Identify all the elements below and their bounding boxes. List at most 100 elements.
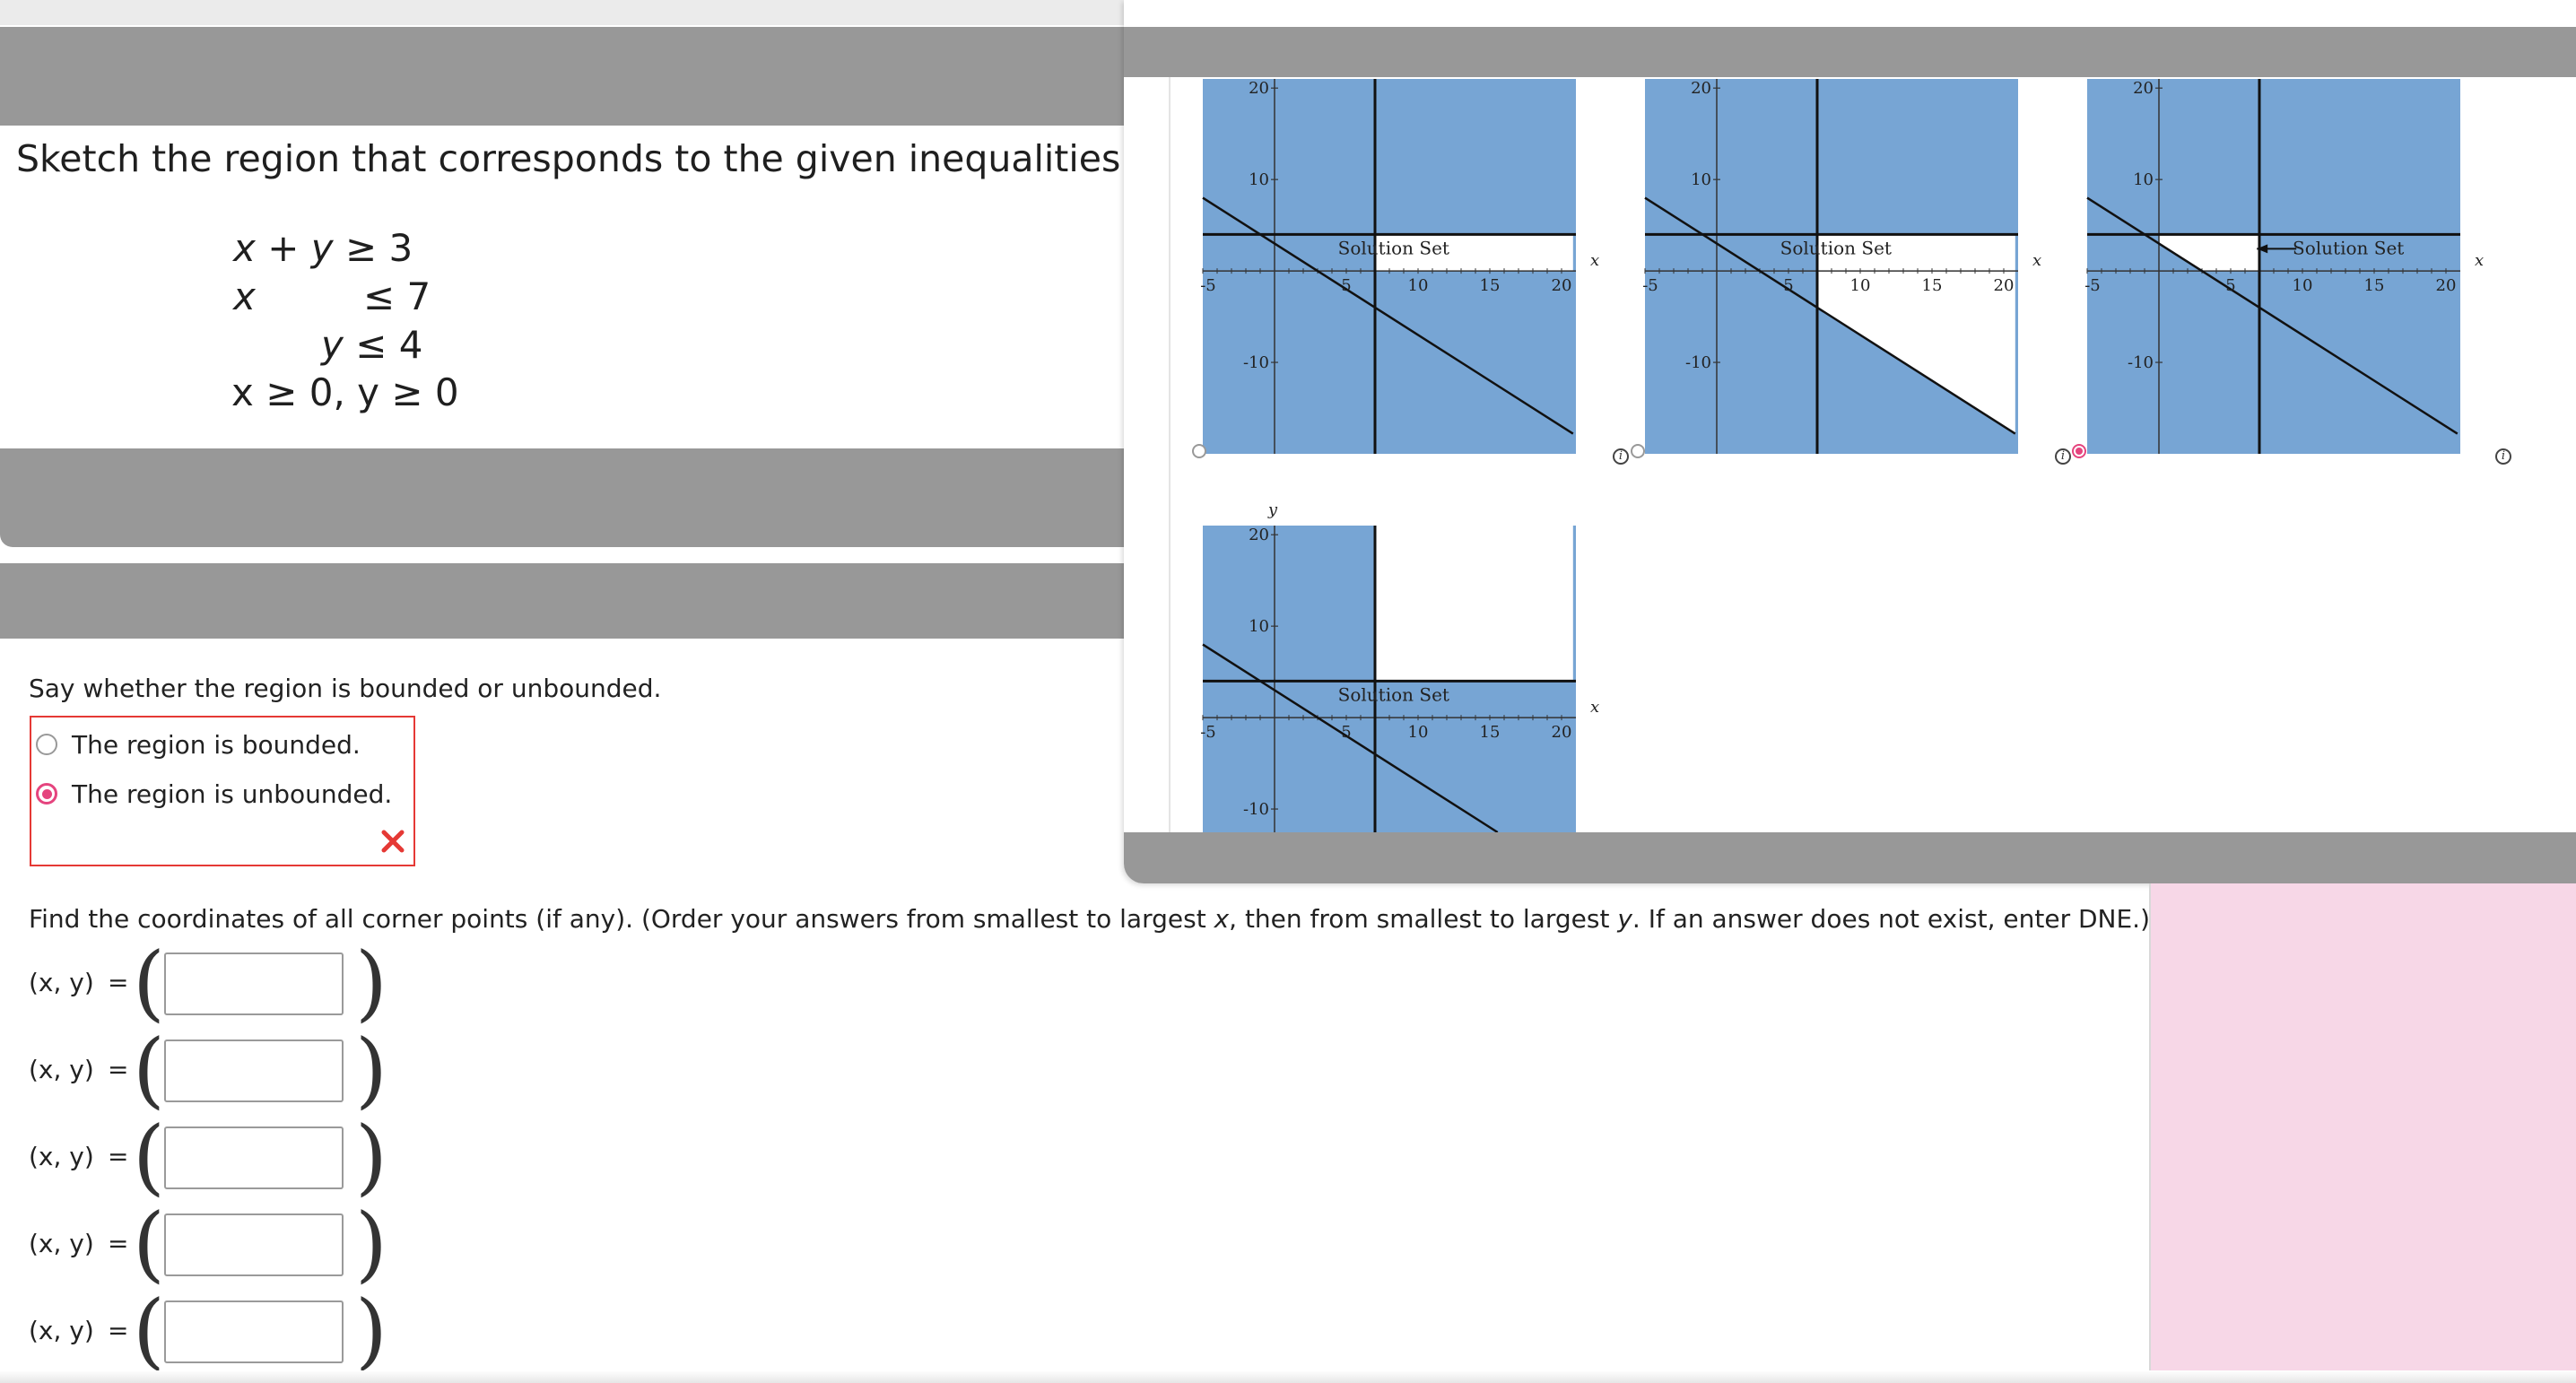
x-tick-label: -5 [1642,276,1658,295]
coordinate-input[interactable] [164,1039,344,1102]
inequality-2-rel: ≤ 7 [363,274,431,318]
corner-point-row: (x, y) =() [27,1290,404,1372]
coordinate-input[interactable] [164,1300,344,1363]
y-tick-label: 10 [1691,170,1711,189]
y-tick-label: 20 [1249,526,1269,544]
y-tick-label: 10 [1249,617,1269,636]
x-tick-label: -5 [1200,276,1216,295]
x-tick-label: 20 [1994,276,2015,295]
x-tick-label: 5 [1341,276,1351,295]
graph-options-panel: -5 5 10 15 20 20 10 -10 x Solution Set -5 5 10 15 20 20… [1124,0,2576,883]
region-shading [2087,79,2460,454]
coord-label: (x, y) [29,1316,94,1345]
y-tick-label: 20 [1249,79,1269,98]
left-paren: ( [133,1196,165,1292]
info-icon[interactable]: i [1613,448,1629,465]
coordinate-input[interactable] [164,952,344,1015]
y-tick-label: -10 [1243,353,1269,372]
coord-label: (x, y) [29,1142,94,1171]
y-tick-label: 20 [2133,79,2154,98]
option-bounded[interactable]: The region is bounded. [36,730,395,762]
ineq-1-lhs: x + y [233,226,334,270]
corner-point-row: (x, y) =() [27,1203,404,1285]
question-3-prompt: Find the coordinates of all corner point… [29,904,2150,934]
left-paren: ( [133,1283,165,1379]
x-axis-name: x [2032,251,2041,270]
coord-label: (x, y) [29,1229,94,1258]
graph-option-radio[interactable] [2072,444,2086,458]
y-tick-label: 20 [1691,79,1711,98]
y-tick-label: 10 [2133,170,2154,189]
y-tick-label: -10 [2128,353,2154,372]
ineq-1-rel: ≥ 3 [344,226,413,270]
unshaded-region [1375,526,1573,682]
right-paren: ) [355,1109,387,1205]
x-tick-label: 5 [1341,723,1351,742]
equals-sign: = [108,1229,129,1258]
x-tick-label: -5 [1200,723,1216,742]
x-axis-name: x [2475,251,2484,270]
equals-sign: = [108,968,129,997]
x-tick-label: 15 [1480,723,1501,742]
question-1-title: Sketch the region that corresponds to th… [16,137,1133,180]
x-tick-label: 20 [1552,276,1572,295]
x-tick-label: 15 [1922,276,1943,295]
inequality-4: x ≥ 0, y ≥ 0 [231,370,459,414]
graph-panel-footer [1124,832,2576,883]
question-1-footer-bar [0,448,1126,547]
y-tick-label: -10 [1685,353,1711,372]
side-area [2151,883,2576,1383]
graph-options-svg: -5 5 10 15 20 20 10 -10 x Solution Set -5 5 10 15 20 20… [1200,79,2484,832]
x-tick-label: 20 [1552,723,1572,742]
coordinate-input[interactable] [164,1126,344,1189]
option-bounded-label: The region is bounded. [72,730,361,760]
bottom-shadow [0,1370,2576,1383]
x-tick-label: 10 [1408,723,1429,742]
solution-set-label: Solution Set [2293,237,2404,258]
corner-point-row: (x, y) =() [27,1116,404,1198]
graph-option-radio[interactable] [1192,444,1206,458]
equals-sign: = [108,1055,129,1084]
y-tick-label: -10 [1243,800,1269,819]
x-axis-name: x [1590,251,1599,270]
solution-set-label: Solution Set [1780,237,1892,258]
equals-sign: = [108,1142,129,1171]
y-axis-name: y [1267,500,1278,519]
x-axis-name: x [1590,698,1599,717]
x-tick-label: 15 [2364,276,2385,295]
x-tick-label: 10 [2293,276,2313,295]
x-tick-label: 5 [1783,276,1793,295]
corner-point-row: (x, y) =() [27,1029,404,1111]
x-tick-label: 20 [2436,276,2457,295]
y-tick-label: 10 [1249,170,1269,189]
radio-unbounded[interactable] [36,783,57,805]
inequality-1: x + y ≥ 3 [233,226,413,270]
x-tick-label: 10 [1408,276,1429,295]
side-area-border [2149,883,2151,1383]
info-icon[interactable]: i [2055,448,2071,465]
solution-set-label: Solution Set [1338,237,1449,258]
coordinate-input[interactable] [164,1213,344,1276]
x-tick-label: -5 [2084,276,2101,295]
left-paren: ( [133,1109,165,1205]
coord-label: (x, y) [29,968,94,997]
right-paren: ) [355,1283,387,1379]
question-header-bar [0,27,1126,126]
x-tick-label: 5 [2225,276,2235,295]
left-paren: ( [133,935,165,1031]
option-unbounded[interactable]: The region is unbounded. [36,779,395,812]
incorrect-x-icon [381,830,405,853]
coord-label: (x, y) [29,1055,94,1084]
x-tick-label: 15 [1480,276,1501,295]
right-paren: ) [355,1022,387,1118]
inequality-2-lhs: x [233,274,256,318]
radio-bounded[interactable] [36,734,57,755]
inequality-3: y ≤ 4 [321,323,423,367]
question-2-header-bar [0,563,1126,639]
solution-set-label: Solution Set [1338,683,1449,705]
info-icon[interactable]: i [2495,448,2511,465]
graph-option-radio[interactable] [1631,444,1645,458]
left-paren: ( [133,1022,165,1118]
corner-point-row: (x, y) =() [27,942,404,1024]
equals-sign: = [108,1316,129,1345]
